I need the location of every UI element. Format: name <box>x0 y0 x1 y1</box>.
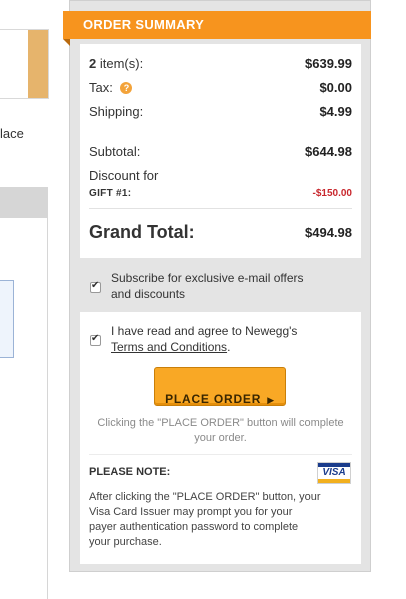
order-summary-header: ORDER SUMMARY <box>63 11 371 46</box>
visa-logo-icon: VISA <box>317 462 351 484</box>
terms-link[interactable]: Terms and Conditions <box>111 340 227 354</box>
left-card-accent <box>28 30 48 98</box>
discount-row: Discount for <box>89 168 352 183</box>
visa-logo-text: VISA <box>322 467 346 478</box>
items-row: 2 item(s): $639.99 <box>89 56 352 71</box>
place-order-button[interactable]: PLACE ORDER ▶ <box>154 367 286 406</box>
help-icon[interactable]: ? <box>120 82 133 94</box>
subscribe-label-line2: and discounts <box>111 287 186 301</box>
note-divider <box>89 454 352 455</box>
grand-total-value: $494.98 <box>305 225 352 240</box>
visa-note: After clicking the "PLACE ORDER" button,… <box>89 490 352 550</box>
place-order-text: PLACE ORDER <box>165 392 262 406</box>
gift-label: GIFT #1: <box>89 188 132 199</box>
totals-divider <box>89 208 352 209</box>
grand-total-label: Grand Total: <box>89 222 195 242</box>
check-icon: ✔ <box>91 280 100 291</box>
subscribe-option[interactable]: ✔ Subscribe for exclusive e-mail offers … <box>80 258 361 308</box>
visa-note-line3: payer authentication password to complet… <box>89 521 299 533</box>
tax-row: Tax: ? $0.00 <box>89 80 352 95</box>
items-count: 2 <box>89 56 97 71</box>
left-section-header <box>0 187 48 217</box>
visa-note-line4: your purchase. <box>89 536 162 548</box>
agree-label-line2: Terms and Conditions. <box>111 339 230 355</box>
totals-panel: 2 item(s): $639.99 Tax: ? $0.00 Shipping… <box>80 44 361 258</box>
please-note-title: PLEASE NOTE: <box>89 466 171 478</box>
left-text-fragment: lace <box>0 126 24 141</box>
place-order-label: PLACE ORDER ▶ <box>165 380 275 406</box>
arrow-right-icon: ▶ <box>267 395 275 405</box>
shipping-label: Shipping: <box>89 104 144 119</box>
place-order-note-line1: Clicking the "PLACE ORDER" button will c… <box>97 417 344 429</box>
place-order-panel: ✔ I have read and agree to Newegg's Term… <box>80 312 361 564</box>
subtotal-row: Subtotal: $644.98 <box>89 144 352 159</box>
items-value: $639.99 <box>305 56 352 71</box>
visa-note-line1: After clicking the "PLACE ORDER" button,… <box>89 491 321 503</box>
tax-label: Tax: <box>89 80 113 95</box>
left-panel <box>0 217 48 599</box>
subtotal-value: $644.98 <box>305 144 352 159</box>
subscribe-label-line1: Subscribe for exclusive e-mail offers <box>111 271 304 285</box>
left-input-fragment[interactable] <box>0 280 14 358</box>
shipping-value: $4.99 <box>319 104 352 119</box>
left-card-fragment <box>0 29 49 99</box>
subtotal-label: Subtotal: <box>89 144 141 159</box>
discount-label: Discount for <box>89 168 159 183</box>
visa-note-line2: Visa Card Issuer may prompt you for your <box>89 506 293 518</box>
check-icon: ✔ <box>91 333 100 344</box>
agree-period: . <box>227 340 231 354</box>
agree-checkbox[interactable]: ✔ <box>90 333 101 346</box>
order-summary-title: ORDER SUMMARY <box>83 17 205 32</box>
place-order-note-line2: your order. <box>194 432 247 444</box>
shipping-row: Shipping: $4.99 <box>89 104 352 119</box>
subscribe-checkbox[interactable]: ✔ <box>90 280 101 293</box>
items-label: item(s): <box>99 56 144 71</box>
agree-label-line1: I have read and agree to Newegg's <box>111 324 298 338</box>
order-summary: ORDER SUMMARY 2 item(s): $639.99 Tax: ? … <box>63 0 371 572</box>
discount-value: -$150.00 <box>312 188 352 199</box>
place-order-note: Clicking the "PLACE ORDER" button will c… <box>90 416 351 446</box>
tax-value: $0.00 <box>319 80 352 95</box>
header-ribbon-fold <box>63 39 70 46</box>
